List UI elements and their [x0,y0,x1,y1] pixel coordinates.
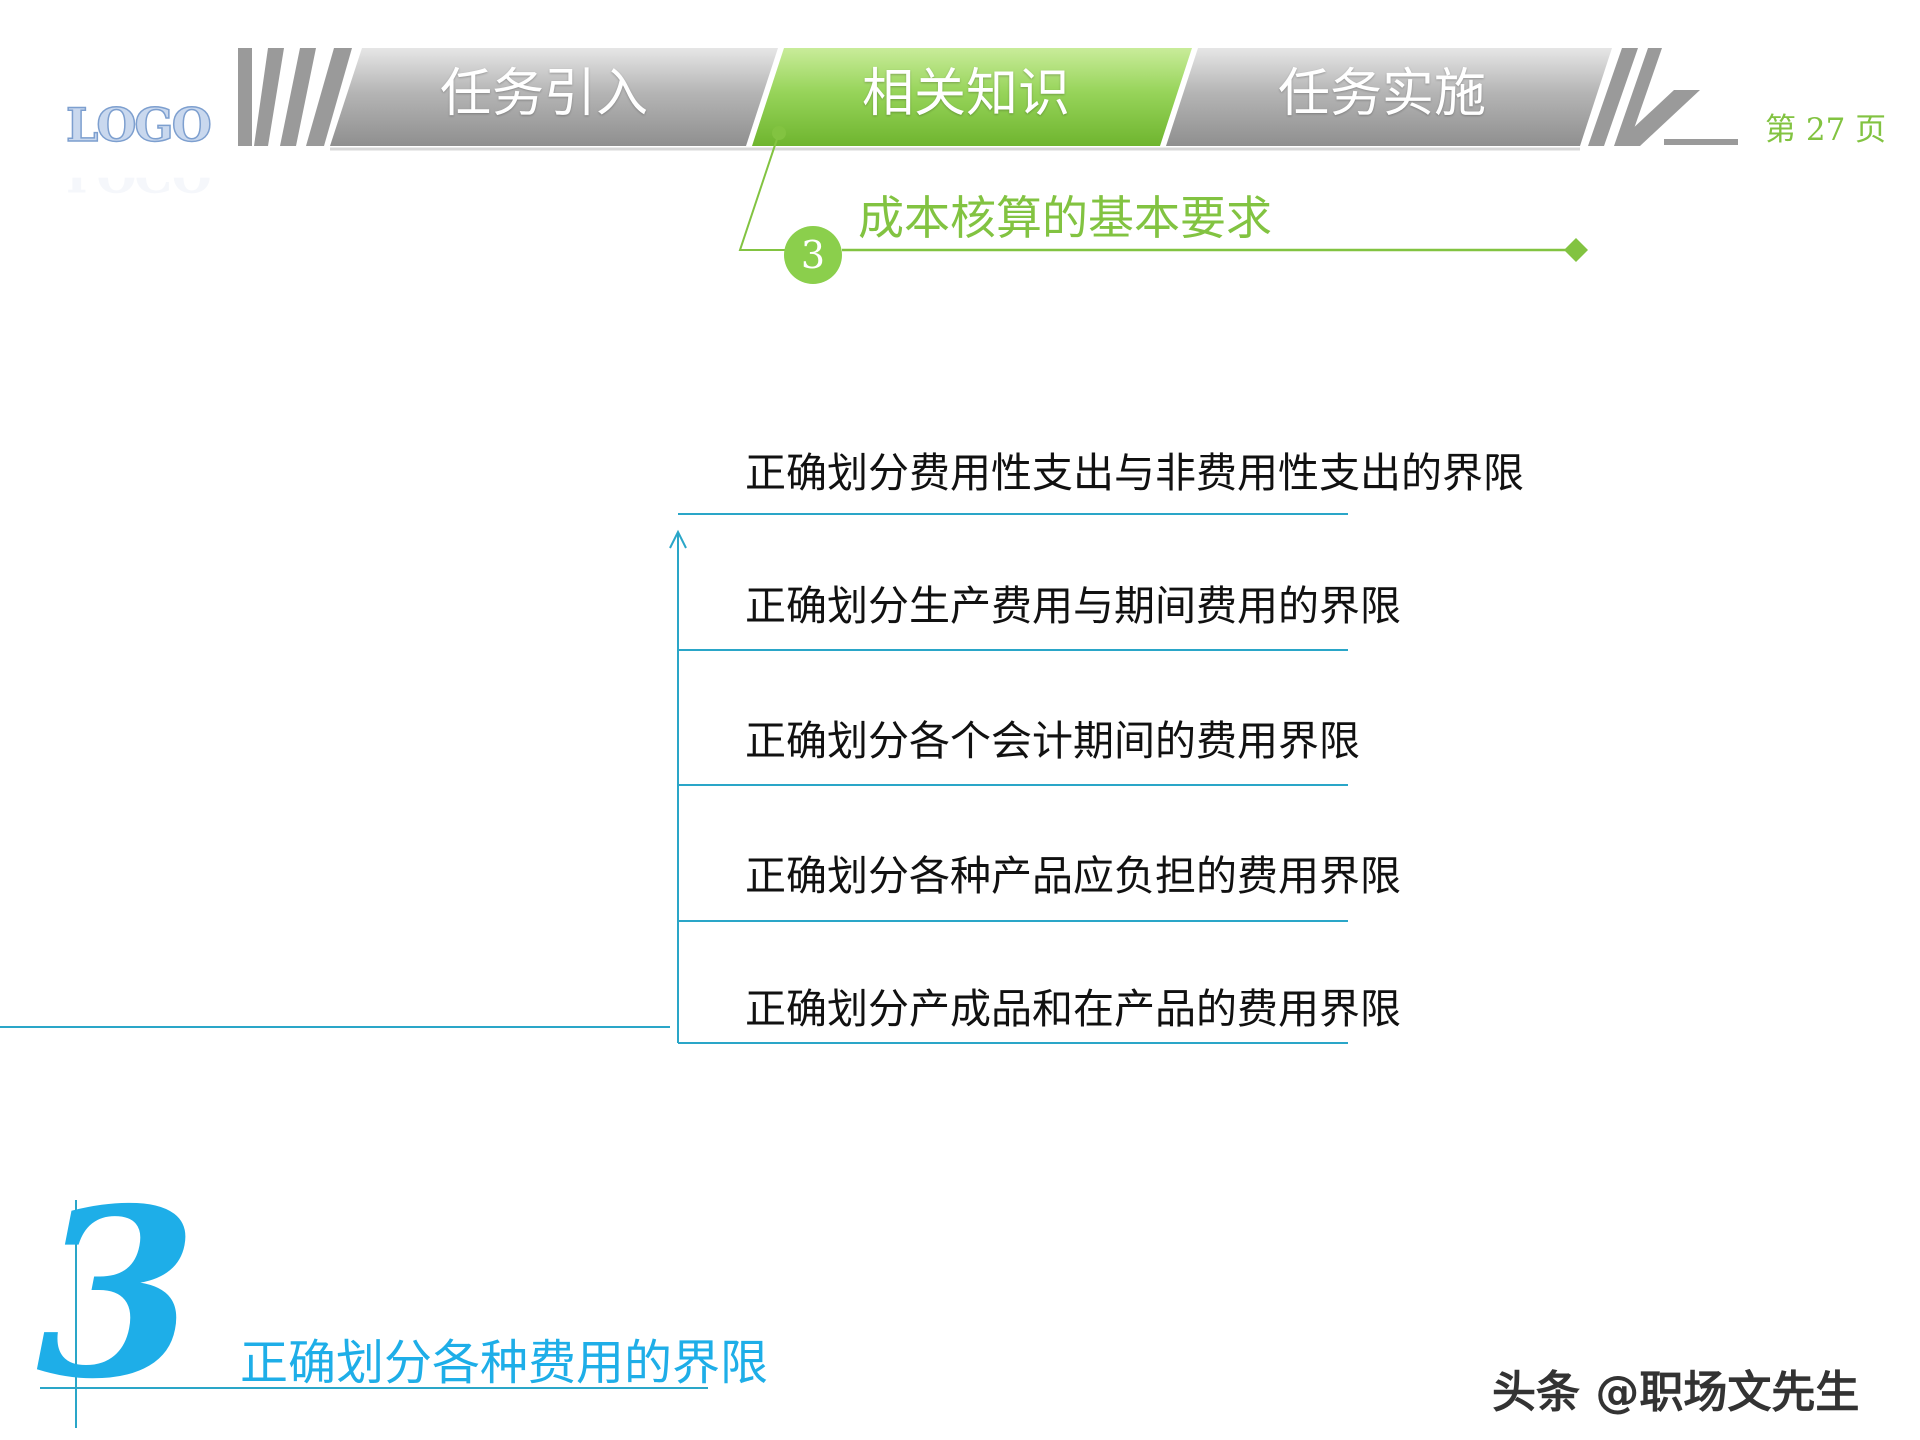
heading-title: 正确划分各种费用的界限 [240,1335,769,1391]
heading-number: 3 [36,1157,197,1430]
list-item: 正确划分各个会计期间的费用界限 [745,717,1360,765]
list-item: 正确划分生产费用与期间费用的界限 [745,582,1401,630]
list-item: 正确划分产成品和在产品的费用界限 [745,985,1401,1033]
list-item: 正确划分费用性支出与非费用性支出的界限 [745,449,1524,497]
list-item: 正确划分各种产品应负担的费用界限 [745,852,1401,900]
watermark: 头条 @职场文先生 [1492,1367,1860,1418]
